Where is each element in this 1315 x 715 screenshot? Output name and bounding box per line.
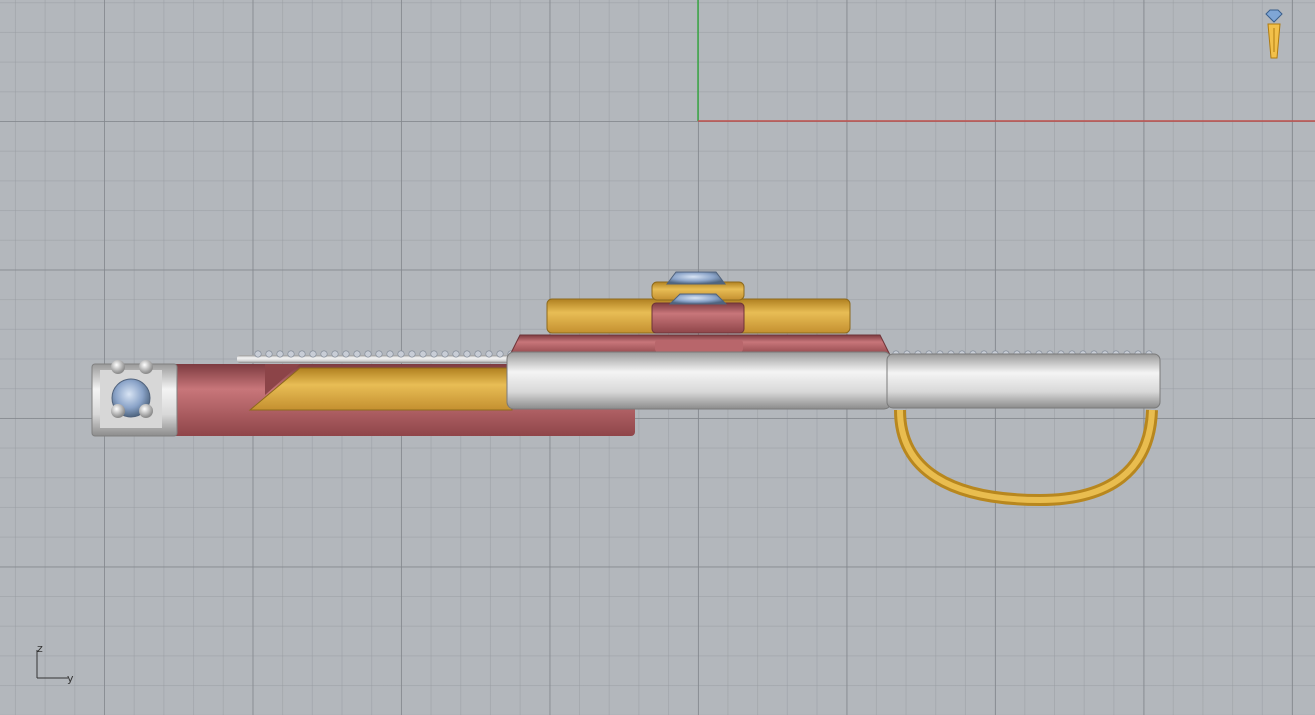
axis-z-label: z <box>37 642 43 655</box>
pave-stone <box>254 350 262 358</box>
pave-stone <box>386 350 394 358</box>
prong-setting <box>91 360 178 437</box>
pave-stone <box>276 350 284 358</box>
pave-stone <box>375 350 383 358</box>
pave-stone <box>452 350 460 358</box>
pave-stone <box>320 350 328 358</box>
pave-stone <box>408 350 416 358</box>
pave-stone <box>430 350 438 358</box>
model-canvas <box>91 0 1315 507</box>
second-gem <box>668 293 728 305</box>
rose-bezel <box>651 302 745 334</box>
pave-stone <box>397 350 405 358</box>
pave-stone <box>441 350 449 358</box>
world-axes <box>697 0 1315 122</box>
rhino-right-viewport[interactable]: z y <box>0 0 1315 715</box>
axis-y-label: y <box>67 672 74 685</box>
pave-stone <box>419 350 427 358</box>
pave-stone <box>342 350 350 358</box>
pave-stone <box>331 350 339 358</box>
pave-stone <box>496 350 504 358</box>
ring-shank <box>894 409 1158 507</box>
jewelry-gem-icon[interactable] <box>1262 8 1286 60</box>
pave-stone <box>364 350 372 358</box>
silver-band-right <box>886 353 1161 409</box>
top-gem <box>666 271 726 285</box>
silver-band-center <box>506 351 892 410</box>
pave-stone <box>298 350 306 358</box>
pave-stone <box>353 350 361 358</box>
pave-stone <box>265 350 273 358</box>
pave-stone <box>463 350 471 358</box>
pave-stone <box>474 350 482 358</box>
pave-stone <box>287 350 295 358</box>
pave-stone <box>309 350 317 358</box>
pave-stone <box>485 350 493 358</box>
